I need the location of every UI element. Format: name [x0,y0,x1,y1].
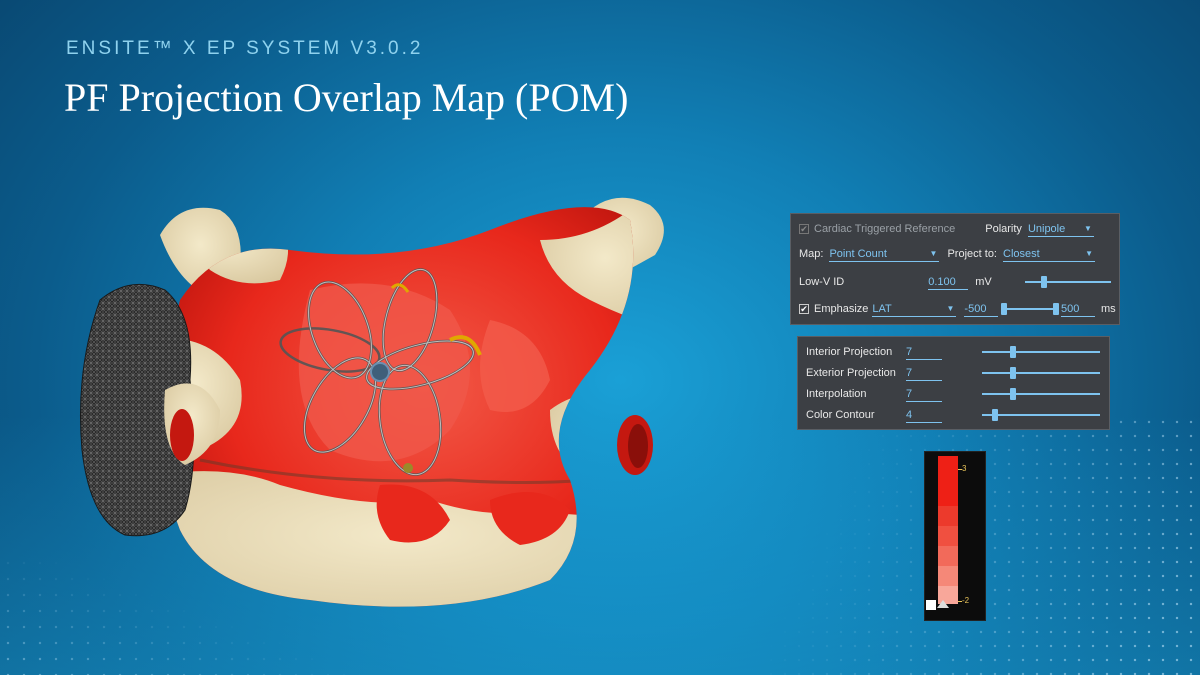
polarity-select[interactable]: Unipole ▼ [1027,222,1094,237]
caret-down-icon: ▼ [1084,224,1092,233]
range-min-input[interactable]: -500 [964,302,999,317]
projection-row-slider[interactable] [982,388,1100,400]
map-settings-panel: ✔ Cardiac Triggered Reference Polarity U… [790,213,1120,325]
projection-row-input[interactable]: 7 [906,345,942,360]
map-label: Map: [799,248,824,260]
emphasize-checkbox[interactable]: ✔ [799,304,809,314]
projection-row: Interior Projection 7 [806,343,1101,361]
project-to-label: Project to: [947,248,997,260]
cardiac-triggered-row: ✔ Cardiac Triggered Reference Polarity U… [799,220,1111,238]
scale-flag-icon[interactable] [926,600,936,610]
projection-row-label: Exterior Projection [806,367,896,379]
emphasize-row: ✔ Emphasize LAT ▼ -500 500 ms [799,300,1116,318]
emphasize-select[interactable]: LAT ▼ [872,302,957,317]
projection-row: Interpolation 7 [806,385,1101,403]
project-to-value: Closest [1003,247,1040,260]
heart-3d-map[interactable] [70,180,670,620]
projection-row-label: Color Contour [806,409,875,421]
projection-row-input[interactable]: 7 [906,387,942,402]
lowv-label: Low-V ID [799,276,845,288]
projection-row-input[interactable]: 4 [906,408,942,423]
emphasize-value: LAT [872,302,892,315]
caret-down-icon: ▼ [929,249,938,258]
projection-row-slider[interactable] [982,409,1100,421]
projection-row-label: Interior Projection [806,346,893,358]
polarity-label: Polarity [985,223,1022,235]
projection-row-label: Interpolation [806,388,867,400]
slider-thumb[interactable] [1010,367,1016,379]
emphasize-label: Emphasize [814,303,869,315]
map-type-select[interactable]: Point Count ▼ [829,247,940,262]
range-max-input[interactable]: 500 [1061,302,1095,317]
lowv-row: Low-V ID 0.100 mV [799,273,1111,291]
projection-row: Exterior Projection 7 [806,364,1101,382]
lowv-input[interactable]: 0.100 [928,275,969,290]
scale-arrow-icon[interactable] [937,600,949,608]
slider-thumb[interactable] [1010,346,1016,358]
range-slider-min-thumb[interactable] [1001,303,1007,315]
range-unit: ms [1101,303,1116,315]
slide-eyebrow: ENSITE™ X EP SYSTEM V3.0.2 [66,38,424,59]
cardiac-triggered-checkbox[interactable]: ✔ [799,224,809,234]
lowv-slider[interactable] [1025,276,1111,288]
slide-title: PF Projection Overlap Map (POM) [64,75,629,120]
range-slider-max-thumb[interactable] [1053,303,1059,315]
slider-thumb[interactable] [1010,388,1016,400]
projection-row-slider[interactable] [982,346,1100,358]
scale-min-label: -2 [962,596,970,605]
cardiac-triggered-label: Cardiac Triggered Reference [814,223,956,235]
lowv-slider-thumb[interactable] [1041,276,1047,288]
vein-lower-left-ostium [170,409,194,461]
map-type-value: Point Count [829,247,887,260]
vein-right-ostium-inner [628,424,648,468]
range-slider[interactable] [1001,303,1059,315]
scale-max-label: 3 [962,464,967,473]
color-scale-legend: 3 -2 [924,451,986,621]
slider-thumb[interactable] [992,409,998,421]
caret-down-icon: ▼ [946,304,955,313]
projection-row-slider[interactable] [982,367,1100,379]
lowv-unit: mV [975,276,992,288]
projection-row: Color Contour 4 [806,406,1101,424]
projection-row-input[interactable]: 7 [906,366,942,381]
map-row: Map: Point Count ▼ Project to: Closest ▼ [799,245,1111,263]
project-to-select[interactable]: Closest ▼ [1003,247,1095,262]
polarity-value: Unipole [1027,222,1066,235]
color-scale-bar [938,456,958,604]
projection-settings-panel: Interior Projection 7 Exterior Projectio… [797,336,1110,430]
caret-down-icon: ▼ [1085,249,1093,258]
